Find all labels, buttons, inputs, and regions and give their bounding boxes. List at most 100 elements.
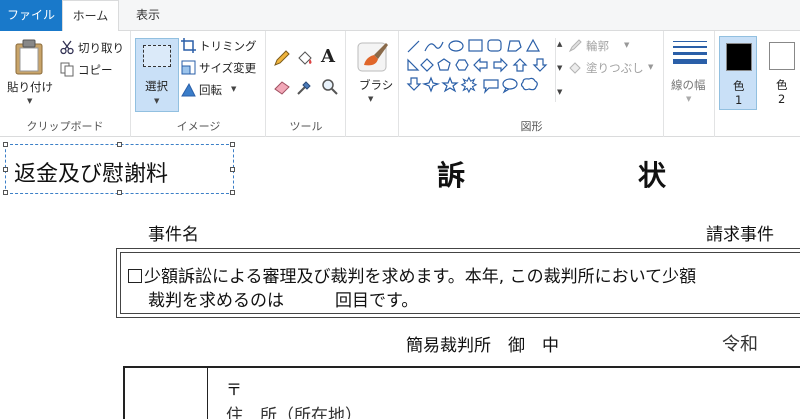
color2-label: 色 (776, 78, 788, 92)
select-marquee-icon (143, 45, 171, 67)
image-group: 選択 ▼ トリミング サイズ変更 回転 ▼ イメージ (132, 31, 266, 137)
header-label: 返金及び慰謝料 (14, 162, 169, 187)
brush-icon (357, 42, 388, 72)
gallery-down-icon[interactable]: ▼ (557, 64, 562, 72)
color1-button[interactable]: 色 1 (719, 36, 757, 110)
selection-handle-tm[interactable] (117, 142, 122, 147)
select-button[interactable]: 選択 ▼ (135, 38, 179, 112)
postal-mark: 〒 (226, 380, 243, 399)
brushes-dropdown-icon[interactable]: ▼ (368, 95, 373, 103)
colors-group: 色 1 色 2 (716, 31, 800, 137)
fill-icon (569, 62, 581, 74)
crop-label: トリミング (199, 39, 257, 53)
shapes-gallery[interactable] (405, 38, 558, 102)
size-group: 線の幅 ▼ (665, 31, 715, 137)
fill-bucket-icon[interactable] (296, 49, 314, 67)
scissors-icon (60, 40, 74, 55)
shapes-group-label: 図形 (520, 120, 543, 133)
gallery-up-icon[interactable]: ▲ (557, 40, 562, 48)
paint-window: ファイル ホーム 表示 貼り付け ▼ 切り取り コピー クリップボード 選択 ▼… (0, 0, 800, 419)
paste-dropdown-icon[interactable]: ▼ (27, 97, 32, 105)
selection-handle-bm[interactable] (117, 190, 122, 195)
cut-button[interactable]: 切り取り (60, 39, 128, 57)
party-table-divider (207, 367, 208, 419)
selection-handle-tr[interactable] (230, 142, 235, 147)
crop-icon (181, 38, 196, 53)
claim-line-1-text: 少額訴訟による審理及び裁判を求めます。本年, この裁判所において少額 (144, 267, 697, 287)
eraser-icon[interactable] (273, 79, 291, 95)
clipboard-icon (15, 39, 43, 75)
image-group-label: イメージ (176, 120, 221, 133)
fill-dropdown-icon[interactable]: ▼ (648, 63, 653, 71)
title-char-2: 状 (638, 159, 667, 192)
copy-icon (60, 62, 74, 77)
party-table (123, 366, 800, 419)
brushes-group: ブラシ ▼ (347, 31, 399, 137)
shapes-group: ▲ ▼ ▼ 輪郭 ▼ 塗りつぶし ▼ 図形 (400, 31, 664, 137)
size-label: 線の幅 (671, 78, 706, 92)
color1-number: 1 (735, 93, 743, 107)
claim-line-2: 裁判を求めるのは 回目です。 (148, 291, 419, 311)
selection-handle-mr[interactable] (230, 167, 235, 172)
rotate-label: 回転 (199, 83, 222, 97)
tools-group-label: ツール (289, 120, 323, 133)
crop-button[interactable]: トリミング (181, 37, 265, 55)
drawing-canvas[interactable]: 返金及び慰謝料 訴 状 事件名 請求事件 少額訴訟による審理及び裁判を求めます。… (0, 138, 800, 419)
rotate-button[interactable]: 回転 ▼ (181, 81, 265, 99)
magnifier-icon[interactable] (321, 78, 339, 96)
shape-glyphs-icon (406, 38, 548, 94)
claim-line-1: 少額訴訟による審理及び裁判を求めます。本年, この裁判所において少額 (128, 262, 696, 287)
selection-handle-ml[interactable] (3, 167, 8, 172)
outline-pen-icon (568, 39, 582, 53)
select-dropdown-icon[interactable]: ▼ (154, 97, 159, 105)
tab-home[interactable]: ホーム (62, 0, 119, 32)
outline-dropdown-icon[interactable]: ▼ (624, 41, 629, 49)
selection-handle-bl[interactable] (3, 190, 8, 195)
text-tool-icon[interactable]: A (321, 46, 335, 67)
size-dropdown-icon[interactable]: ▼ (686, 95, 691, 103)
ribbon-tab-bar: ファイル ホーム 表示 (0, 0, 800, 32)
title-char-1: 訴 (437, 159, 466, 192)
selection-handle-br[interactable] (230, 190, 235, 195)
ribbon: 貼り付け ▼ 切り取り コピー クリップボード 選択 ▼ トリミング サイズ変更… (0, 31, 800, 137)
shapes-gallery-scrollbar[interactable]: ▲ ▼ ▼ (555, 38, 564, 102)
tab-view[interactable]: 表示 (124, 0, 172, 31)
brushes-button[interactable]: ブラシ ▼ (351, 37, 395, 111)
claim-checkbox[interactable] (128, 269, 142, 283)
court-label: 簡易裁判所 御 中 (406, 336, 559, 356)
color2-swatch (769, 42, 795, 70)
cut-label: 切り取り (78, 41, 124, 55)
color1-swatch (726, 43, 752, 71)
outline-label: 輪郭 (586, 39, 609, 53)
brushes-label: ブラシ (359, 78, 394, 92)
size-button[interactable]: 線の幅 ▼ (667, 37, 713, 111)
rotate-icon (181, 82, 196, 97)
color-picker-icon[interactable] (296, 78, 314, 96)
resize-icon (181, 60, 196, 75)
copy-button[interactable]: コピー (60, 61, 128, 79)
gallery-more-icon[interactable]: ▼ (557, 88, 562, 96)
resize-button[interactable]: サイズ変更 (181, 59, 265, 77)
copy-label: コピー (78, 63, 113, 77)
paste-button[interactable]: 貼り付け ▼ (4, 37, 54, 109)
clipboard-group-label: クリップボード (26, 120, 104, 133)
tab-file[interactable]: ファイル (0, 0, 62, 31)
color1-label: 色 (733, 79, 745, 93)
case-name-label: 事件名 (148, 225, 199, 245)
fill-label: 塗りつぶし (586, 61, 644, 75)
line-width-icon (673, 41, 707, 64)
pencil-icon[interactable] (273, 49, 291, 67)
color2-button[interactable]: 色 2 (763, 36, 800, 110)
address-label: 住 所（所在地） (226, 406, 362, 419)
tools-group: A ツール (267, 31, 346, 137)
fill-button[interactable]: 塗りつぶし ▼ (568, 59, 660, 77)
era-label: 令和 (722, 334, 758, 355)
outline-button[interactable]: 輪郭 ▼ (568, 37, 660, 55)
paste-label: 貼り付け (7, 80, 53, 94)
rotate-dropdown-icon[interactable]: ▼ (231, 85, 236, 93)
resize-label: サイズ変更 (199, 61, 257, 75)
selection-handle-tl[interactable] (3, 142, 8, 147)
select-label: 選択 (145, 79, 168, 93)
claim-case-label: 請求事件 (706, 225, 774, 245)
clipboard-group: 貼り付け ▼ 切り取り コピー クリップボード (0, 31, 131, 137)
